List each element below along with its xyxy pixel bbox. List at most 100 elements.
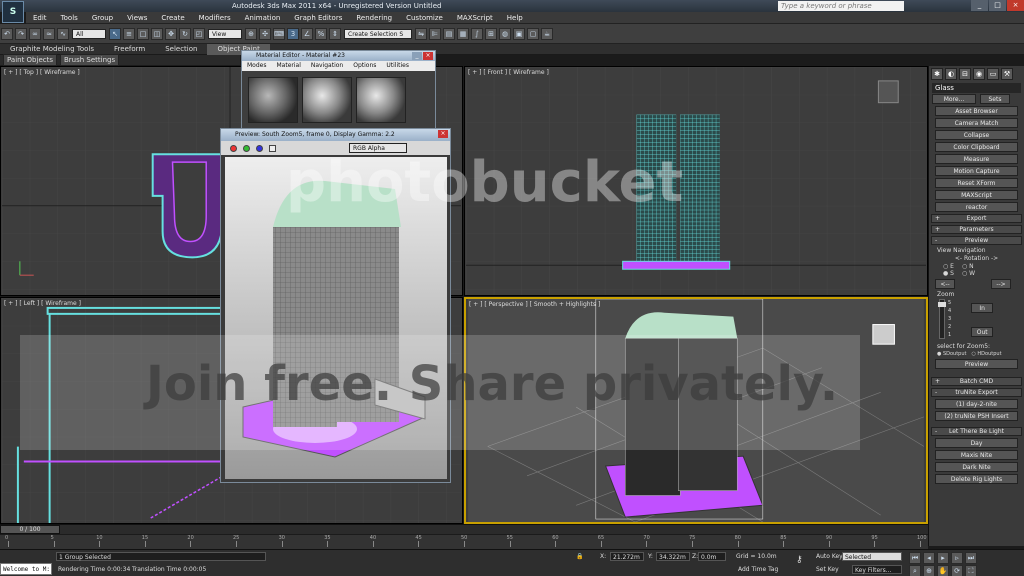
alpha-swatch-icon[interactable] <box>269 144 276 152</box>
preview-titlebar[interactable]: Preview: South Zoom5, frame 0, Display G… <box>221 129 450 141</box>
play-icon[interactable]: ▸ <box>937 552 949 564</box>
viewport-front[interactable]: [ + ] [ Front ] [ Wireframe ] <box>464 66 928 296</box>
rotate-left-button[interactable]: <-- <box>935 279 955 289</box>
app-logo-button[interactable]: S <box>2 1 24 23</box>
key-set-dropdown[interactable]: Selected <box>842 552 902 561</box>
paint-objects-button[interactable]: Paint Objects <box>3 54 57 66</box>
help-search-input[interactable]: Type a keyword or phrase <box>778 1 904 11</box>
parameters-rollout[interactable]: Parameters <box>931 225 1022 234</box>
radio-e[interactable]: ○ E <box>943 263 954 270</box>
angle-snap-icon[interactable]: ∠ <box>301 27 313 40</box>
menu-customize[interactable]: Customize <box>399 12 450 24</box>
object-name-field[interactable]: Glass <box>932 83 1021 93</box>
set-key-button[interactable]: Set Key <box>816 565 839 574</box>
align-icon[interactable]: ⊫ <box>429 27 441 40</box>
viewport-left-label[interactable]: [ + ] [ Left ] [ Wireframe ] <box>4 300 81 307</box>
channel-dropdown[interactable]: RGB Alpha <box>349 143 407 153</box>
sets-button[interactable]: Sets <box>980 94 1010 104</box>
radio-w[interactable]: ○ W <box>962 270 975 277</box>
menu-help[interactable]: Help <box>500 12 530 24</box>
more-button[interactable]: More... <box>932 94 976 104</box>
menu-maxscript[interactable]: MAXScript <box>450 12 500 24</box>
material-editor-titlebar[interactable]: Material Editor - Material #23 _ × <box>242 51 435 61</box>
snap-toggle-icon[interactable]: 3 <box>287 27 299 40</box>
mat-menu-options[interactable]: Options <box>348 61 381 71</box>
move-icon[interactable]: ✥ <box>165 27 177 40</box>
z-coord-field[interactable]: 0.0m <box>698 552 726 561</box>
tab-selection[interactable]: Selection <box>155 44 207 55</box>
mat-menu-navigation[interactable]: Navigation <box>306 61 348 71</box>
menu-views[interactable]: Views <box>120 12 154 24</box>
y-coord-field[interactable]: 34.322m <box>656 552 690 561</box>
layer-manager-icon[interactable]: ▤ <box>443 27 455 40</box>
minimize-button[interactable]: _ <box>971 0 988 11</box>
day-2-nite-button[interactable]: (1) day-2-nite <box>935 399 1018 409</box>
material-slot-3[interactable] <box>356 77 406 123</box>
rect-selection-icon[interactable]: □ <box>137 27 149 40</box>
prev-frame-icon[interactable]: ◂ <box>923 552 935 564</box>
rotate-right-button[interactable]: --> <box>991 279 1011 289</box>
render-setup-icon[interactable]: ▣ <box>513 27 525 40</box>
close-button[interactable]: × <box>1007 0 1024 11</box>
link-icon[interactable]: ∞ <box>29 27 41 40</box>
red-channel-icon[interactable] <box>230 144 237 152</box>
display-tab-icon[interactable]: ▭ <box>987 68 999 80</box>
menu-tools[interactable]: Tools <box>54 12 85 24</box>
mat-menu-modes[interactable]: Modes <box>242 61 271 71</box>
select-by-name-icon[interactable]: ≡ <box>123 27 135 40</box>
menu-group[interactable]: Group <box>85 12 120 24</box>
maxscript-button[interactable]: MAXScript <box>935 190 1018 200</box>
pivot-icon[interactable]: ⊕ <box>245 27 257 40</box>
color-clipboard-button[interactable]: Color Clipboard <box>935 142 1018 152</box>
curve-editor-icon[interactable]: ∫ <box>471 27 483 40</box>
time-slider-handle[interactable]: 0 / 100 <box>0 525 60 534</box>
percent-snap-icon[interactable]: % <box>315 27 327 40</box>
trunite-export-rollout[interactable]: truNite Export <box>931 388 1022 397</box>
zoom-all-icon[interactable]: ⊕ <box>923 565 935 576</box>
radio-n[interactable]: ○ N <box>962 263 974 270</box>
tab-graphite-modeling[interactable]: Graphite Modeling Tools <box>0 44 104 55</box>
brush-settings-button[interactable]: Brush Settings <box>60 54 120 66</box>
maximize-button[interactable]: □ <box>989 0 1006 11</box>
dark-nite-button[interactable]: Dark Nite <box>935 462 1018 472</box>
next-frame-icon[interactable]: ▹ <box>951 552 963 564</box>
zoom-slider[interactable] <box>938 299 946 339</box>
zoom-icon[interactable]: ⌕ <box>909 565 921 576</box>
sd-output-radio[interactable]: ● SDoutput <box>937 351 966 357</box>
mirror-icon[interactable]: ⇋ <box>415 27 427 40</box>
named-selection-dropdown[interactable]: Create Selection S <box>344 28 412 39</box>
window-crossing-icon[interactable]: ◫ <box>151 27 163 40</box>
zoom-in-button[interactable]: In <box>971 303 994 313</box>
track-bar[interactable]: 0 5 10 15 20 25 30 35 40 45 50 55 60 65 70 75 80 85 90 95 10… <box>0 535 928 549</box>
measure-button[interactable]: Measure <box>935 154 1018 164</box>
selection-filter-dropdown[interactable]: All <box>72 28 106 39</box>
motion-capture-button[interactable]: Motion Capture <box>935 166 1018 176</box>
motion-tab-icon[interactable]: ◉ <box>973 68 985 80</box>
go-to-start-icon[interactable]: ⏮ <box>909 552 921 564</box>
mat-menu-material[interactable]: Material <box>271 61 305 71</box>
scale-icon[interactable]: ◰ <box>193 27 205 40</box>
lock-selection-icon[interactable]: 🔒 <box>576 552 583 561</box>
graphite-icon[interactable]: ▦ <box>457 27 469 40</box>
export-rollout[interactable]: Export <box>931 214 1022 223</box>
key-filters-button[interactable]: Key Filters... <box>852 565 902 574</box>
render-production-icon[interactable]: ☕ <box>541 27 553 40</box>
utilities-tab-icon[interactable]: ⚒ <box>1001 68 1013 80</box>
manipulate-icon[interactable]: ✣ <box>259 27 271 40</box>
maximize-viewport-icon[interactable]: ⛶ <box>965 565 977 576</box>
preview-button[interactable]: Preview <box>935 359 1018 369</box>
menu-modifiers[interactable]: Modifiers <box>192 12 238 24</box>
pan-icon[interactable]: ✋ <box>937 565 949 576</box>
viewport-front-label[interactable]: [ + ] [ Front ] [ Wireframe ] <box>468 69 549 76</box>
material-editor-icon[interactable]: ◍ <box>499 27 511 40</box>
create-tab-icon[interactable]: ✱ <box>931 68 943 80</box>
zoom-out-button[interactable]: Out <box>971 327 994 337</box>
menu-rendering[interactable]: Rendering <box>349 12 399 24</box>
undo-icon[interactable]: ↶ <box>1 27 13 40</box>
rendered-frame-icon[interactable]: ▢ <box>527 27 539 40</box>
reactor-button[interactable]: reactor <box>935 202 1018 212</box>
orbit-icon[interactable]: ⟳ <box>951 565 963 576</box>
delete-rig-lights-button[interactable]: Delete Rig Lights <box>935 474 1018 484</box>
modify-tab-icon[interactable]: ◐ <box>945 68 957 80</box>
viewport-top-label[interactable]: [ + ] [ Top ] [ Wireframe ] <box>4 69 80 76</box>
